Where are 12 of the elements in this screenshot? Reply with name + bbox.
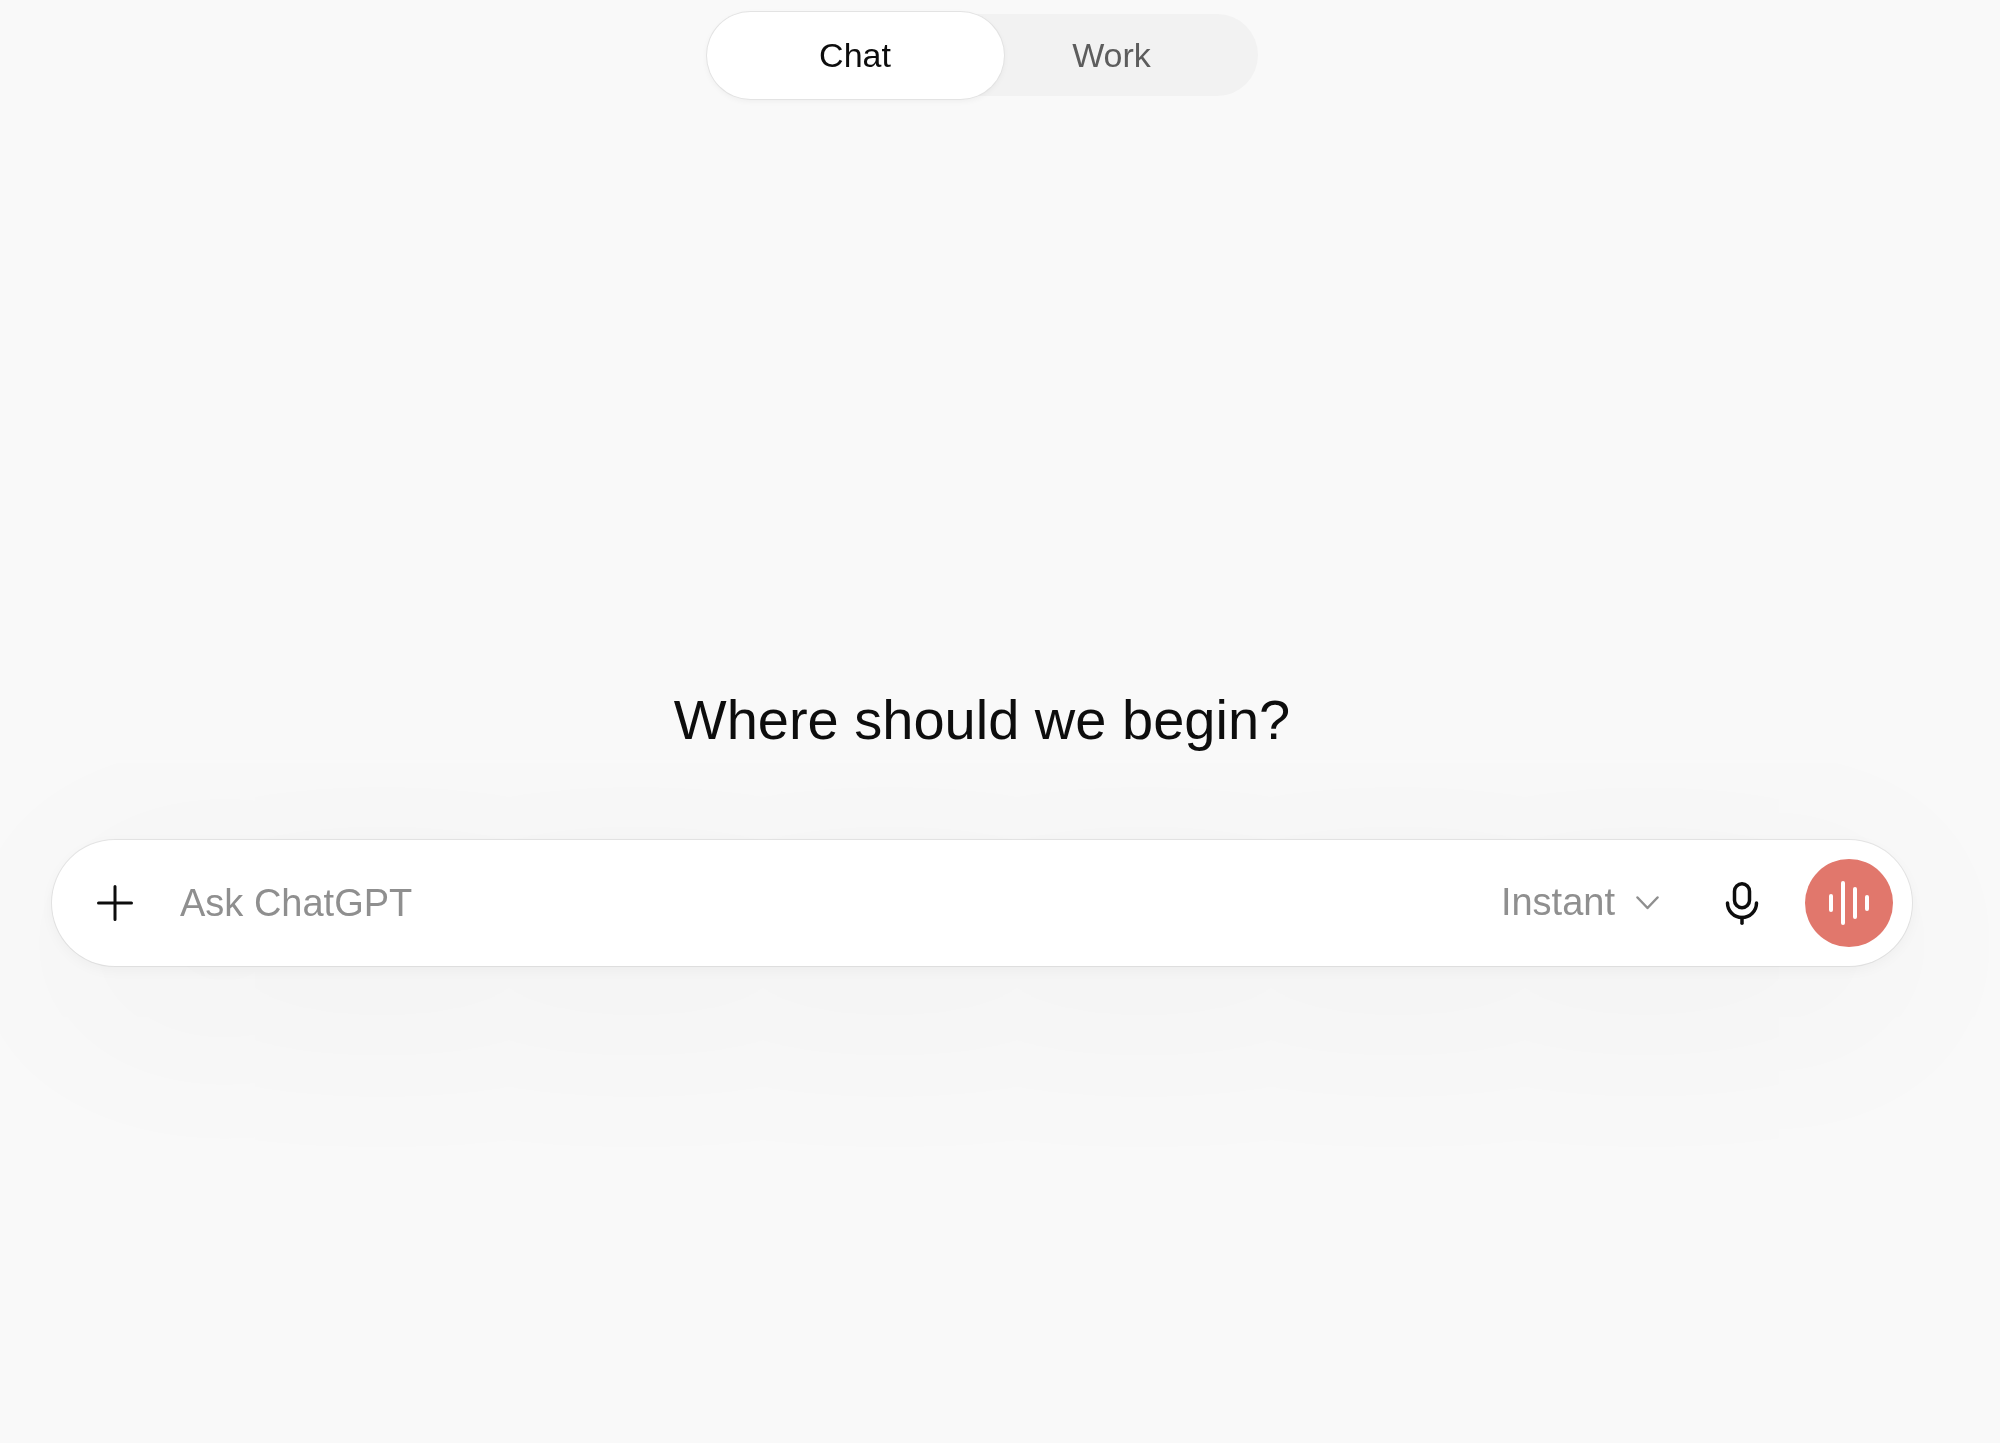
waveform-icon (1829, 881, 1869, 926)
microphone-icon (1725, 881, 1759, 925)
message-input[interactable]: Ask ChatGPT (180, 875, 1481, 932)
add-button[interactable] (97, 885, 133, 922)
chevron-down-icon (1636, 896, 1659, 911)
plus-icon (97, 885, 133, 922)
greeting-heading: Where should we begin? (673, 687, 1291, 753)
composer-bar[interactable]: Ask ChatGPT Instant (52, 840, 1912, 967)
dictation-button[interactable] (1725, 881, 1759, 925)
mode-tab[interactable]: Work (1003, 14, 1220, 96)
mode-tab[interactable]: Chat (706, 11, 1004, 99)
model-selector[interactable]: Instant (1500, 880, 1659, 926)
